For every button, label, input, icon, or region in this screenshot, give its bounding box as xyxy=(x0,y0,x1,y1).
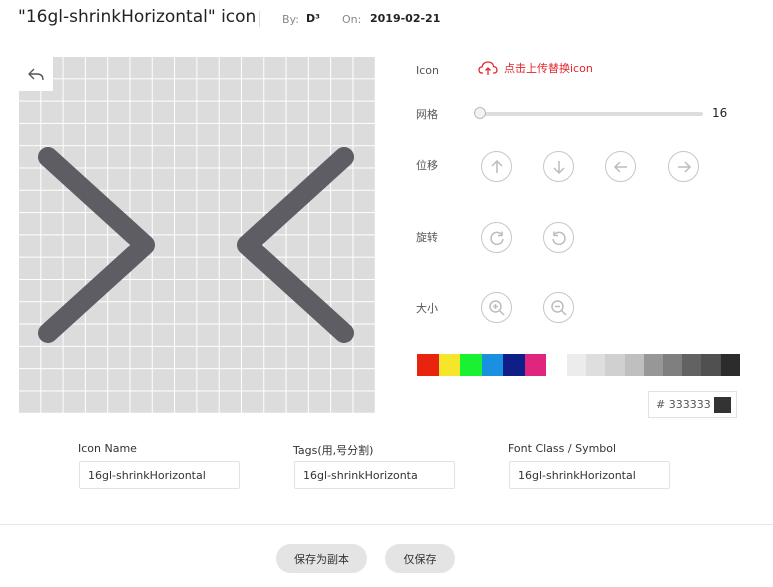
gray-swatch[interactable] xyxy=(643,354,663,376)
date-value: 2019-02-21 xyxy=(370,12,441,25)
undo-icon xyxy=(27,68,44,80)
icon-label: Icon xyxy=(416,64,439,77)
cloud-upload-icon xyxy=(478,61,498,75)
color-swatch[interactable] xyxy=(524,354,546,376)
save-only-button[interactable]: 仅保存 xyxy=(385,544,455,573)
arrow-right-icon xyxy=(677,160,691,173)
gray-swatch[interactable] xyxy=(682,354,702,376)
gray-swatch[interactable] xyxy=(663,354,683,376)
color-swatch[interactable] xyxy=(460,354,482,376)
zoom-out-button[interactable] xyxy=(543,292,574,323)
grid-slider-thumb[interactable] xyxy=(474,107,486,119)
gray-swatch[interactable] xyxy=(701,354,721,376)
rotate-label: 旋转 xyxy=(416,231,438,244)
grid-slider-track[interactable] xyxy=(478,112,703,116)
page-title: "16gl-shrinkHorizontal" icon xyxy=(18,7,257,27)
grid-value: 16 xyxy=(712,106,728,120)
header-divider xyxy=(259,11,260,27)
gray-swatch[interactable] xyxy=(720,354,740,376)
grid-label: 网格 xyxy=(416,108,438,121)
font-class-label: Font Class / Symbol xyxy=(508,442,617,455)
author-value: D³ xyxy=(306,12,320,25)
undo-button[interactable] xyxy=(18,56,53,91)
gray-swatch[interactable] xyxy=(624,354,644,376)
gray-swatch[interactable] xyxy=(567,354,587,376)
gray-swatch[interactable] xyxy=(586,354,606,376)
gray-swatch[interactable] xyxy=(605,354,625,376)
rotate-counterclockwise-icon xyxy=(551,231,566,245)
arrow-left-icon xyxy=(613,160,627,173)
rotate-clockwise-button[interactable] xyxy=(481,222,512,253)
upload-text: 点击上传替换icon xyxy=(504,62,593,75)
icon-name-label: Icon Name xyxy=(78,442,137,455)
color-swatch[interactable] xyxy=(438,354,460,376)
color-swatch[interactable] xyxy=(417,354,439,376)
icon-name-input[interactable] xyxy=(79,461,240,489)
date-label: On: xyxy=(342,13,362,26)
rotate-clockwise-icon xyxy=(489,231,504,245)
footer-divider xyxy=(0,524,773,525)
font-class-input[interactable] xyxy=(509,461,670,489)
rotate-counterclockwise-button[interactable] xyxy=(543,222,574,253)
save-as-copy-button[interactable]: 保存为副本 xyxy=(276,544,367,573)
move-label: 位移 xyxy=(416,159,438,172)
move-left-button[interactable] xyxy=(605,151,636,182)
hex-value: 333333 xyxy=(668,398,711,411)
move-down-button[interactable] xyxy=(543,151,574,182)
hex-color-input[interactable]: # 333333 xyxy=(648,391,737,418)
arrow-down-icon xyxy=(552,160,565,174)
arrow-up-icon xyxy=(490,159,503,173)
zoom-out-icon xyxy=(550,299,567,316)
icon-canvas[interactable] xyxy=(18,56,375,413)
move-up-button[interactable] xyxy=(481,151,512,182)
tags-input[interactable] xyxy=(294,461,455,489)
zoom-in-icon xyxy=(488,299,505,316)
tags-label: Tags(用,号分割) xyxy=(293,444,374,457)
shrink-horizontal-glyph xyxy=(38,147,354,343)
move-right-button[interactable] xyxy=(668,151,699,182)
zoom-in-button[interactable] xyxy=(481,292,512,323)
upload-icon-link[interactable]: 点击上传替换icon xyxy=(478,60,593,76)
author-label: By: xyxy=(282,13,299,26)
color-swatch[interactable] xyxy=(503,354,525,376)
color-swatch[interactable] xyxy=(481,354,503,376)
hex-color-preview xyxy=(714,397,731,413)
hex-prefix: # xyxy=(656,398,666,411)
size-label: 大小 xyxy=(416,302,438,315)
